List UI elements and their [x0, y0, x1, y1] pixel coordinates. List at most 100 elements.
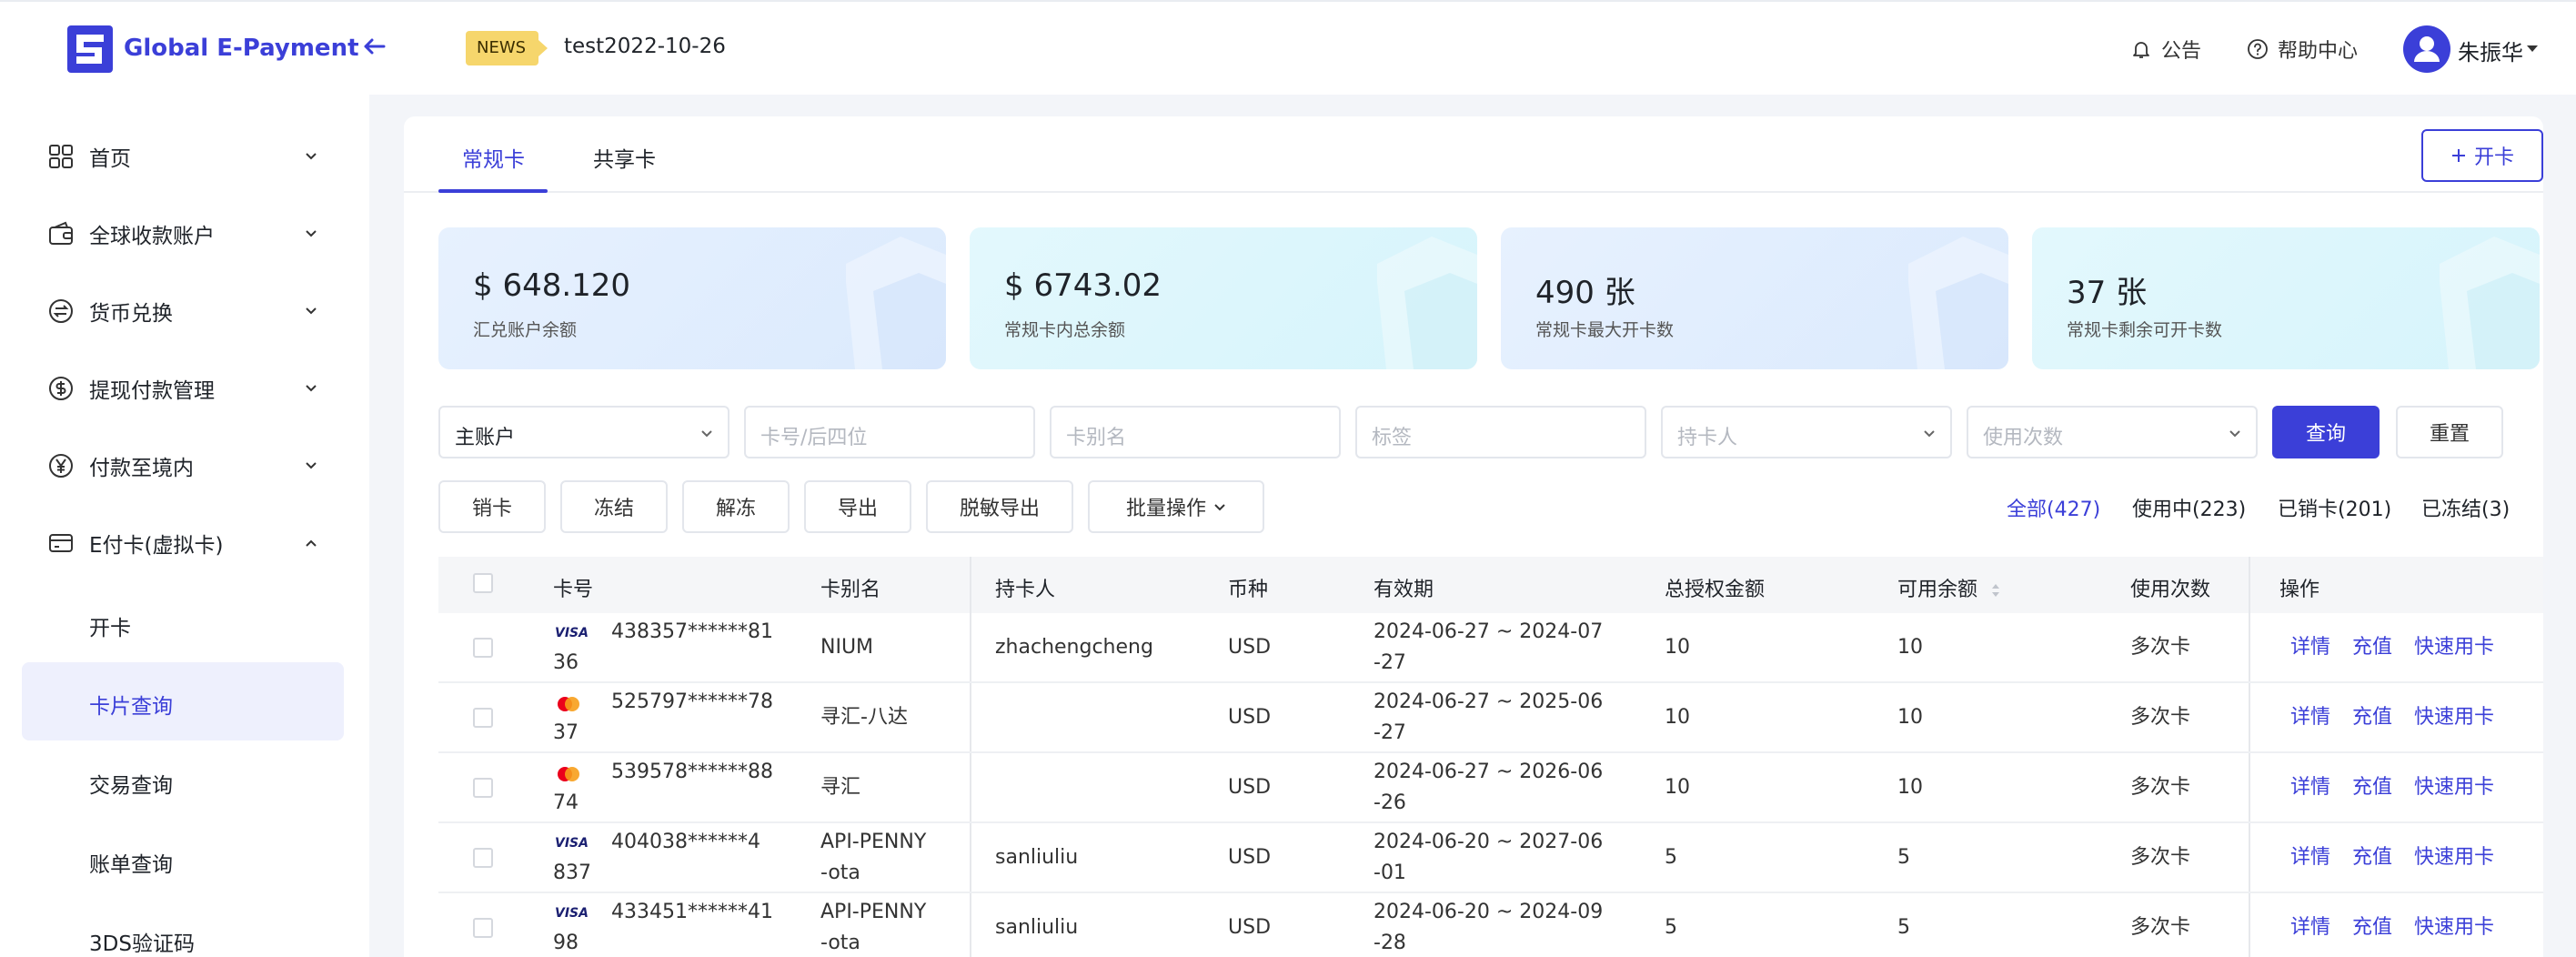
details-link[interactable]: 详情: [2290, 702, 2330, 733]
tab-regular-card[interactable]: 常规卡: [462, 142, 525, 173]
total-authorized: 5: [1665, 846, 1677, 869]
column-header: 操作: [2279, 579, 2320, 601]
column-header: 卡别名: [820, 579, 881, 601]
account-select-value: 主账户: [455, 427, 516, 449]
sidebar-subitem-label: 卡片查询: [89, 695, 173, 719]
card-alias: 寻汇: [820, 776, 861, 799]
quick-use-link[interactable]: 快速用卡: [2414, 702, 2494, 733]
column-header[interactable]: 可用余额: [1897, 573, 2002, 602]
details-link[interactable]: 详情: [2290, 632, 2330, 663]
arrow-left-icon: [364, 38, 386, 55]
help-center-link[interactable]: 帮助中心: [2247, 35, 2358, 64]
sidebar-item-currency-exchange[interactable]: 货币兑换: [0, 284, 369, 338]
card-number-part2: 37: [553, 721, 579, 744]
announcement-link[interactable]: 公告: [2130, 35, 2201, 64]
avatar[interactable]: [2403, 25, 2450, 73]
recharge-link[interactable]: 充值: [2352, 702, 2392, 733]
sidebar-subitem-bill-query[interactable]: 账单查询: [22, 821, 344, 899]
sidebar-subitem-open-card[interactable]: 开卡: [22, 584, 344, 662]
stat-value: $ 6743.02: [1004, 267, 1162, 304]
select-all-checkbox[interactable]: [473, 573, 493, 593]
sidebar-item-label: 全球收款账户: [89, 225, 215, 248]
sidebar-item-withdrawal[interactable]: 提现付款管理: [0, 361, 369, 416]
yen-icon: [49, 454, 73, 478]
row-checkbox[interactable]: [473, 778, 493, 798]
batch-operations-button[interactable]: 批量操作: [1088, 480, 1264, 533]
export-button[interactable]: 导出: [804, 480, 911, 533]
reset-button[interactable]: 重置: [2396, 406, 2503, 458]
status-filter-active[interactable]: 使用中(223): [2132, 493, 2246, 522]
card-number-input[interactable]: 卡号/后四位: [744, 406, 1035, 458]
masked-export-button[interactable]: 脱敏导出: [926, 480, 1073, 533]
collapse-sidebar-button[interactable]: [360, 33, 391, 64]
cancel-card-button[interactable]: 销卡: [438, 480, 546, 533]
row-checkbox[interactable]: [473, 918, 493, 938]
table-row: 525797******78 37 寻汇-八达 USD 2024-06-27 ~ 202…: [438, 683, 2543, 753]
open-card-button[interactable]: 开卡: [2421, 129, 2543, 182]
row-checkbox[interactable]: [473, 708, 493, 728]
mastercard-icon: [558, 767, 579, 781]
sidebar-subitem-card-query[interactable]: 卡片查询: [22, 662, 344, 740]
card-alias-input[interactable]: 卡别名: [1050, 406, 1341, 458]
column-separator: [2249, 557, 2250, 613]
card-number-part1: 404038******4: [611, 831, 760, 853]
cube-decoration-icon: [846, 237, 946, 369]
sidebar-item-virtual-card[interactable]: E付卡(虚拟卡): [0, 516, 369, 570]
news-text[interactable]: test2022-10-26: [564, 35, 726, 58]
quick-use-link[interactable]: 快速用卡: [2414, 842, 2494, 873]
recharge-link[interactable]: 充值: [2352, 772, 2392, 803]
cardholder: sanliuliu: [995, 846, 1079, 869]
visa-icon: VISA: [555, 906, 589, 921]
sidebar-subitem-transaction-query[interactable]: 交易查询: [22, 741, 344, 820]
status-filter-all[interactable]: 全部(427): [2007, 493, 2100, 522]
sidebar-item-home[interactable]: 首页: [0, 129, 369, 184]
row-checkbox[interactable]: [473, 848, 493, 868]
main-panel: 常规卡 共享卡 开卡 $ 648.120 汇兑账户余额 $ 6743.02 常规…: [404, 116, 2543, 957]
unfreeze-button[interactable]: 解冻: [682, 480, 790, 533]
table-row: VISA 438357******81 36 NIUM zhachengcheng USD…: [438, 613, 2543, 683]
recharge-link[interactable]: 充值: [2352, 912, 2392, 943]
chevron-down-icon: [701, 430, 712, 438]
recharge-link[interactable]: 充值: [2352, 842, 2392, 873]
validity-cont: -01: [1374, 861, 1406, 884]
sidebar-item-domestic-payment[interactable]: 付款至境内: [0, 438, 369, 493]
stat-label: 常规卡剩余可开卡数: [2067, 320, 2223, 340]
query-button[interactable]: 查询: [2272, 406, 2380, 458]
sidebar-subitem-3ds-code[interactable]: 3DS验证码: [22, 900, 344, 957]
freeze-button[interactable]: 冻结: [560, 480, 668, 533]
column-separator: [2249, 893, 2250, 957]
caret-down-icon[interactable]: [2527, 45, 2538, 52]
details-link[interactable]: 详情: [2290, 842, 2330, 873]
wallet-icon: [49, 221, 73, 245]
column-separator: [2249, 823, 2250, 892]
total-authorized: 10: [1665, 706, 1690, 729]
quick-use-link[interactable]: 快速用卡: [2414, 632, 2494, 663]
column-separator: [2249, 753, 2250, 821]
tag-input[interactable]: 标签: [1355, 406, 1646, 458]
tab-shared-card[interactable]: 共享卡: [593, 142, 656, 173]
sidebar-item-label: E付卡(虚拟卡): [89, 534, 224, 558]
user-name[interactable]: 朱振华: [2458, 35, 2523, 66]
sidebar-item-global-accounts[interactable]: 全球收款账户: [0, 207, 369, 261]
cardholder-select[interactable]: 持卡人: [1661, 406, 1952, 458]
validity: 2024-06-20 ~ 2027-06: [1374, 831, 1604, 853]
quick-use-link[interactable]: 快速用卡: [2414, 912, 2494, 943]
row-checkbox[interactable]: [473, 638, 493, 658]
usage-count-select[interactable]: 使用次数: [1967, 406, 2258, 458]
sidebar-item-label: 提现付款管理: [89, 379, 215, 403]
account-select[interactable]: 主账户: [438, 406, 730, 458]
available-balance: 10: [1897, 636, 1923, 659]
table-row: 539578******88 74 寻汇 USD 2024-06-27 ~ 2026-0…: [438, 753, 2543, 823]
stat-label: 常规卡内总余额: [1004, 320, 1126, 340]
stat-value: 490 张: [1535, 275, 1635, 311]
usage-count: 多次卡: [2130, 636, 2191, 659]
status-filter-cancelled[interactable]: 已销卡(201): [2278, 493, 2391, 522]
status-filter-frozen[interactable]: 已冻结(3): [2421, 493, 2510, 522]
quick-use-link[interactable]: 快速用卡: [2414, 772, 2494, 803]
details-link[interactable]: 详情: [2290, 772, 2330, 803]
details-link[interactable]: 详情: [2290, 912, 2330, 943]
cube-decoration-icon: [1908, 237, 2008, 369]
card-alias: 寻汇-八达: [820, 706, 908, 729]
recharge-link[interactable]: 充值: [2352, 632, 2392, 663]
stat-value: 37 张: [2067, 275, 2148, 311]
